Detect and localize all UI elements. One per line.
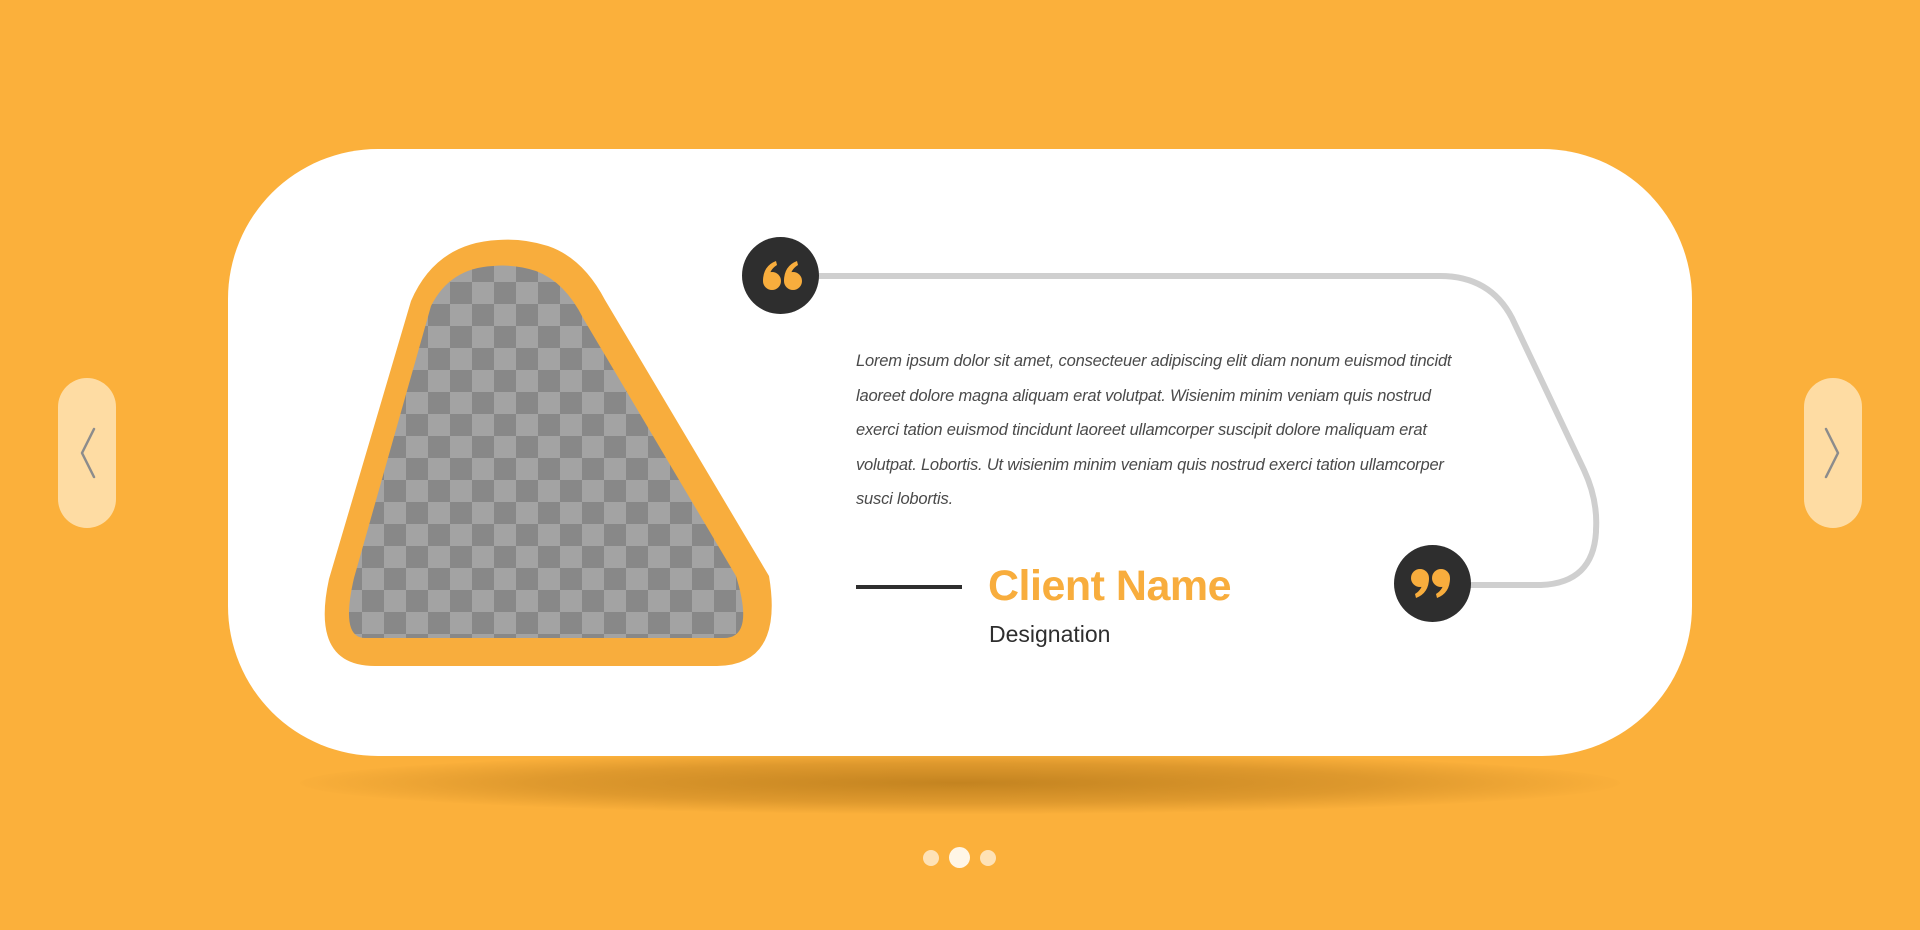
pagination-dot-2-active[interactable] — [949, 847, 970, 868]
client-name: Client Name — [988, 562, 1232, 610]
pagination-dot-1[interactable] — [923, 850, 939, 866]
pagination-dots — [922, 846, 1000, 868]
pagination-dot-3[interactable] — [980, 850, 996, 866]
card-shadow — [300, 752, 1620, 814]
open-quote-icon — [742, 237, 819, 314]
next-button[interactable] — [1804, 378, 1862, 528]
chevron-left-icon — [80, 427, 96, 479]
testimonial-text: Lorem ipsum dolor sit amet, consecteuer … — [856, 352, 1452, 508]
client-designation: Designation — [989, 621, 1111, 647]
client-photo-frame — [318, 238, 776, 670]
close-quote-icon — [1394, 545, 1471, 622]
chevron-right-icon — [1824, 427, 1840, 479]
name-divider — [856, 585, 962, 589]
prev-button[interactable] — [58, 378, 116, 528]
